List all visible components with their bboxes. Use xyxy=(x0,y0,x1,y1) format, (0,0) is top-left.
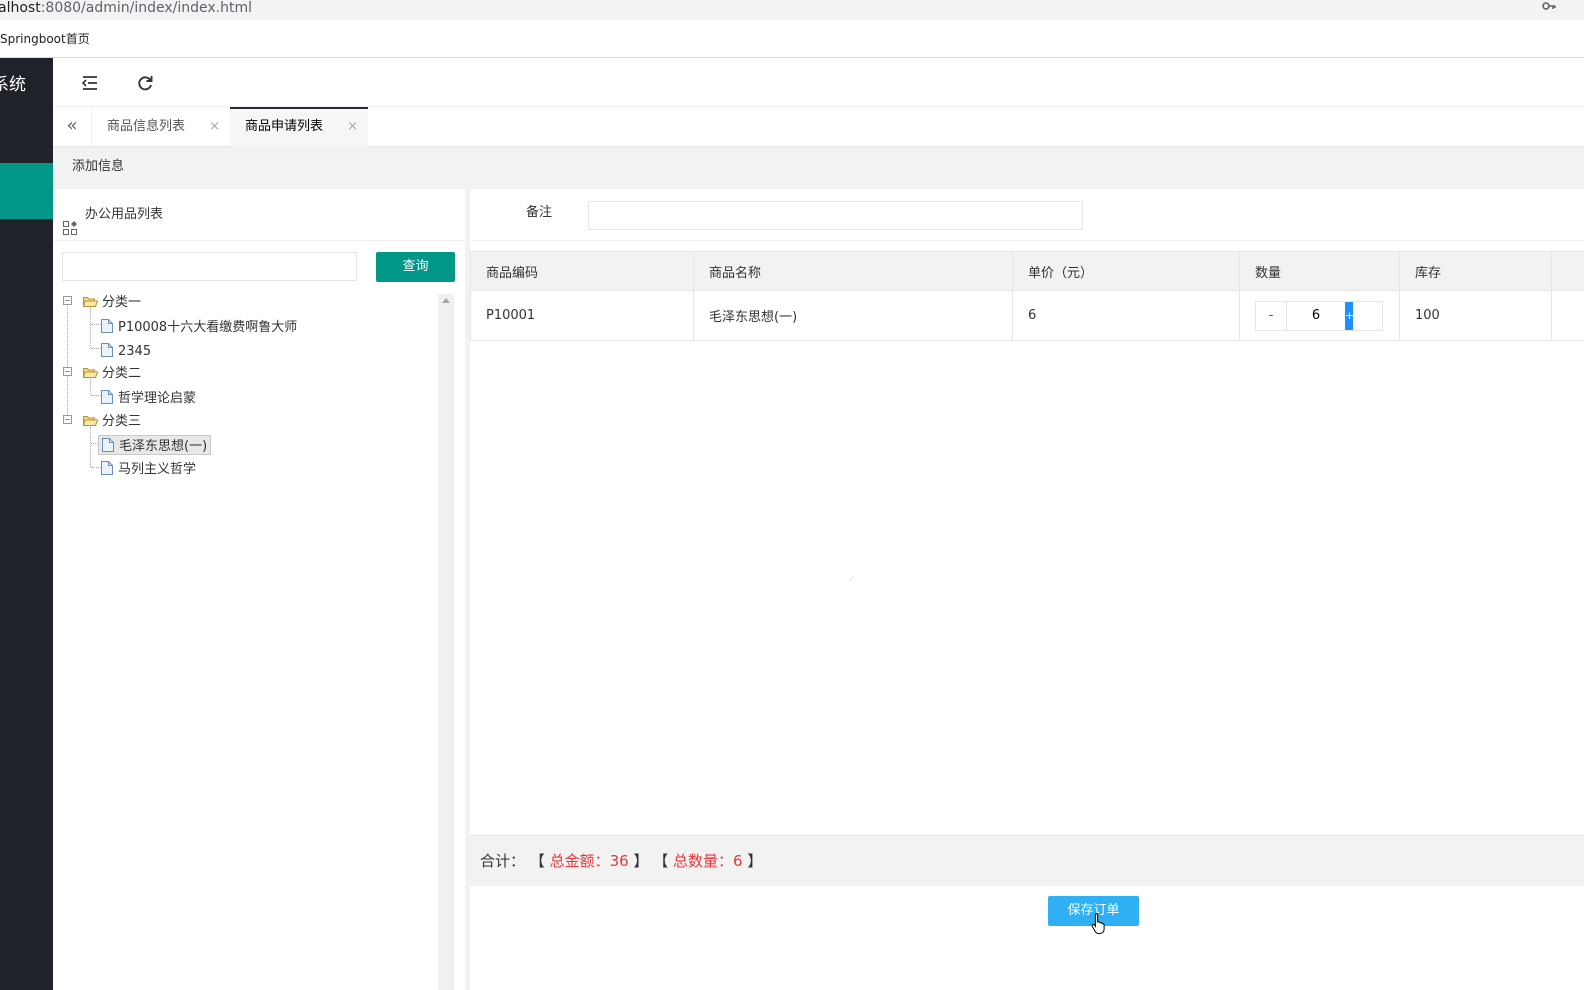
col-name-header: 商品名称 xyxy=(693,251,1013,291)
cell-action[interactable] xyxy=(1551,290,1584,341)
tree-scrollbar[interactable] xyxy=(438,294,454,990)
tab-label: 商品信息列表 xyxy=(107,119,186,134)
col-price-header: 单价（元） xyxy=(1012,251,1240,291)
refresh-icon[interactable] xyxy=(134,72,156,94)
key-icon[interactable] xyxy=(1542,0,1556,16)
table-header-row: 商品编码 商品名称 单价（元） 数量 库存 xyxy=(470,251,1584,291)
panel-title: 办公用品列表 xyxy=(85,207,164,222)
folder-open-icon xyxy=(82,413,99,426)
tab-scroll-left-icon[interactable]: « xyxy=(53,107,92,147)
url-host: alhost xyxy=(0,0,41,16)
sidebar: 系统 xyxy=(0,58,53,990)
col-qty-header: 数量 xyxy=(1239,251,1400,291)
cell-price: 6 xyxy=(1012,290,1240,341)
category-tree: − 分类一 P10008十六大看缴费啊鲁大师 2345 − 分类二 哲学理论启蒙… xyxy=(63,293,433,983)
table-row: P10001 毛泽东思想(一) 6 - 6 + 100 xyxy=(470,290,1584,341)
tree-leaf[interactable]: 2345 xyxy=(101,341,151,361)
tree-folder[interactable]: 分类一 xyxy=(82,293,141,313)
tab-goods-apply[interactable]: 商品申请列表 × xyxy=(230,107,368,147)
content-toolbar: 添加信息 xyxy=(53,147,1584,189)
cell-name: 毛泽东思想(一) xyxy=(693,290,1013,341)
remark-row: 备注 xyxy=(470,189,1584,241)
order-items-table: 商品编码 商品名称 单价（元） 数量 库存 P10001 毛泽东思想(一) 6 … xyxy=(470,251,1584,341)
tree-leaf[interactable]: 哲学理论启蒙 xyxy=(101,388,196,408)
menu-collapse-icon[interactable] xyxy=(79,72,101,94)
file-icon xyxy=(101,343,113,357)
content-area: 添加信息 办公用品列表 查询 − 分类一 P10008十六大看缴费啊鲁大师 23… xyxy=(53,147,1584,990)
app-logo-text: 系统 xyxy=(0,75,26,95)
tree-leaf[interactable]: P10008十六大看缴费啊鲁大师 xyxy=(101,317,297,337)
cell-code: P10001 xyxy=(470,290,694,341)
folder-open-icon xyxy=(82,365,99,378)
bookmarks-bar: Springboot首页 xyxy=(0,20,1584,58)
file-icon xyxy=(102,438,114,452)
url-path: :8080/admin/index/index.html xyxy=(40,0,253,16)
scroll-up-arrow-icon[interactable] xyxy=(442,298,450,303)
collapse-toggle-icon[interactable]: − xyxy=(63,296,72,305)
collapse-toggle-icon[interactable]: − xyxy=(63,367,72,376)
folder-open-icon xyxy=(82,294,99,307)
tree-leaf-selected[interactable]: 毛泽东思想(一) xyxy=(98,435,212,455)
query-button[interactable]: 查询 xyxy=(376,252,455,282)
order-summary: 合计： 【 总金额：36 】 【 总数量：6 】 xyxy=(470,835,1584,886)
tab-close-icon[interactable]: × xyxy=(347,109,358,145)
total-amount: 总金额：36 xyxy=(544,852,634,870)
panel-header: 办公用品列表 xyxy=(53,189,465,241)
watermark-icon: ✓ xyxy=(848,575,856,585)
tree-folder[interactable]: 分类二 xyxy=(82,364,141,384)
col-stock-header: 库存 xyxy=(1399,251,1552,291)
tree-folder[interactable]: 分类三 xyxy=(82,412,141,432)
remark-input[interactable] xyxy=(588,201,1083,230)
address-bar[interactable]: alhost:8080/admin/index/index.html xyxy=(0,0,1584,20)
total-quantity: 总数量：6 xyxy=(668,852,748,870)
cell-qty: - 6 + xyxy=(1239,290,1400,341)
grid-icon xyxy=(63,206,77,235)
increment-button[interactable]: + xyxy=(1345,301,1354,330)
collapse-toggle-icon[interactable]: − xyxy=(63,415,72,424)
tab-goods-info[interactable]: 商品信息列表 × xyxy=(92,107,230,147)
bookmark-springboot[interactable]: Springboot首页 xyxy=(0,32,90,46)
col-code-header: 商品编码 xyxy=(470,251,694,291)
remark-label: 备注 xyxy=(526,205,553,220)
add-info-button[interactable]: 添加信息 xyxy=(72,147,124,187)
file-icon xyxy=(101,319,113,333)
sidebar-active-item[interactable] xyxy=(0,163,53,219)
tab-bar: « 商品信息列表 × 商品申请列表 × xyxy=(53,107,1584,147)
top-header xyxy=(53,58,1584,107)
tab-label: 商品申请列表 xyxy=(245,119,324,134)
file-icon xyxy=(101,461,113,475)
quantity-value[interactable]: 6 xyxy=(1287,302,1345,330)
hand-cursor-icon xyxy=(1091,912,1107,934)
quantity-stepper[interactable]: - 6 + xyxy=(1255,300,1383,331)
order-panel: 备注 商品编码 商品名称 单价（元） 数量 库存 P10001 毛泽东思想(一)… xyxy=(470,189,1584,990)
file-icon xyxy=(101,390,113,404)
col-action-header xyxy=(1551,251,1584,291)
cell-stock: 100 xyxy=(1399,290,1552,341)
left-panel: 办公用品列表 查询 − 分类一 P10008十六大看缴费啊鲁大师 2345 − … xyxy=(53,189,465,990)
tree-leaf[interactable]: 马列主义哲学 xyxy=(101,459,196,479)
summary-label: 合计： xyxy=(480,852,526,870)
decrement-button[interactable]: - xyxy=(1256,301,1287,330)
tree-search-input[interactable] xyxy=(62,252,357,281)
tab-close-icon[interactable]: × xyxy=(209,107,220,147)
